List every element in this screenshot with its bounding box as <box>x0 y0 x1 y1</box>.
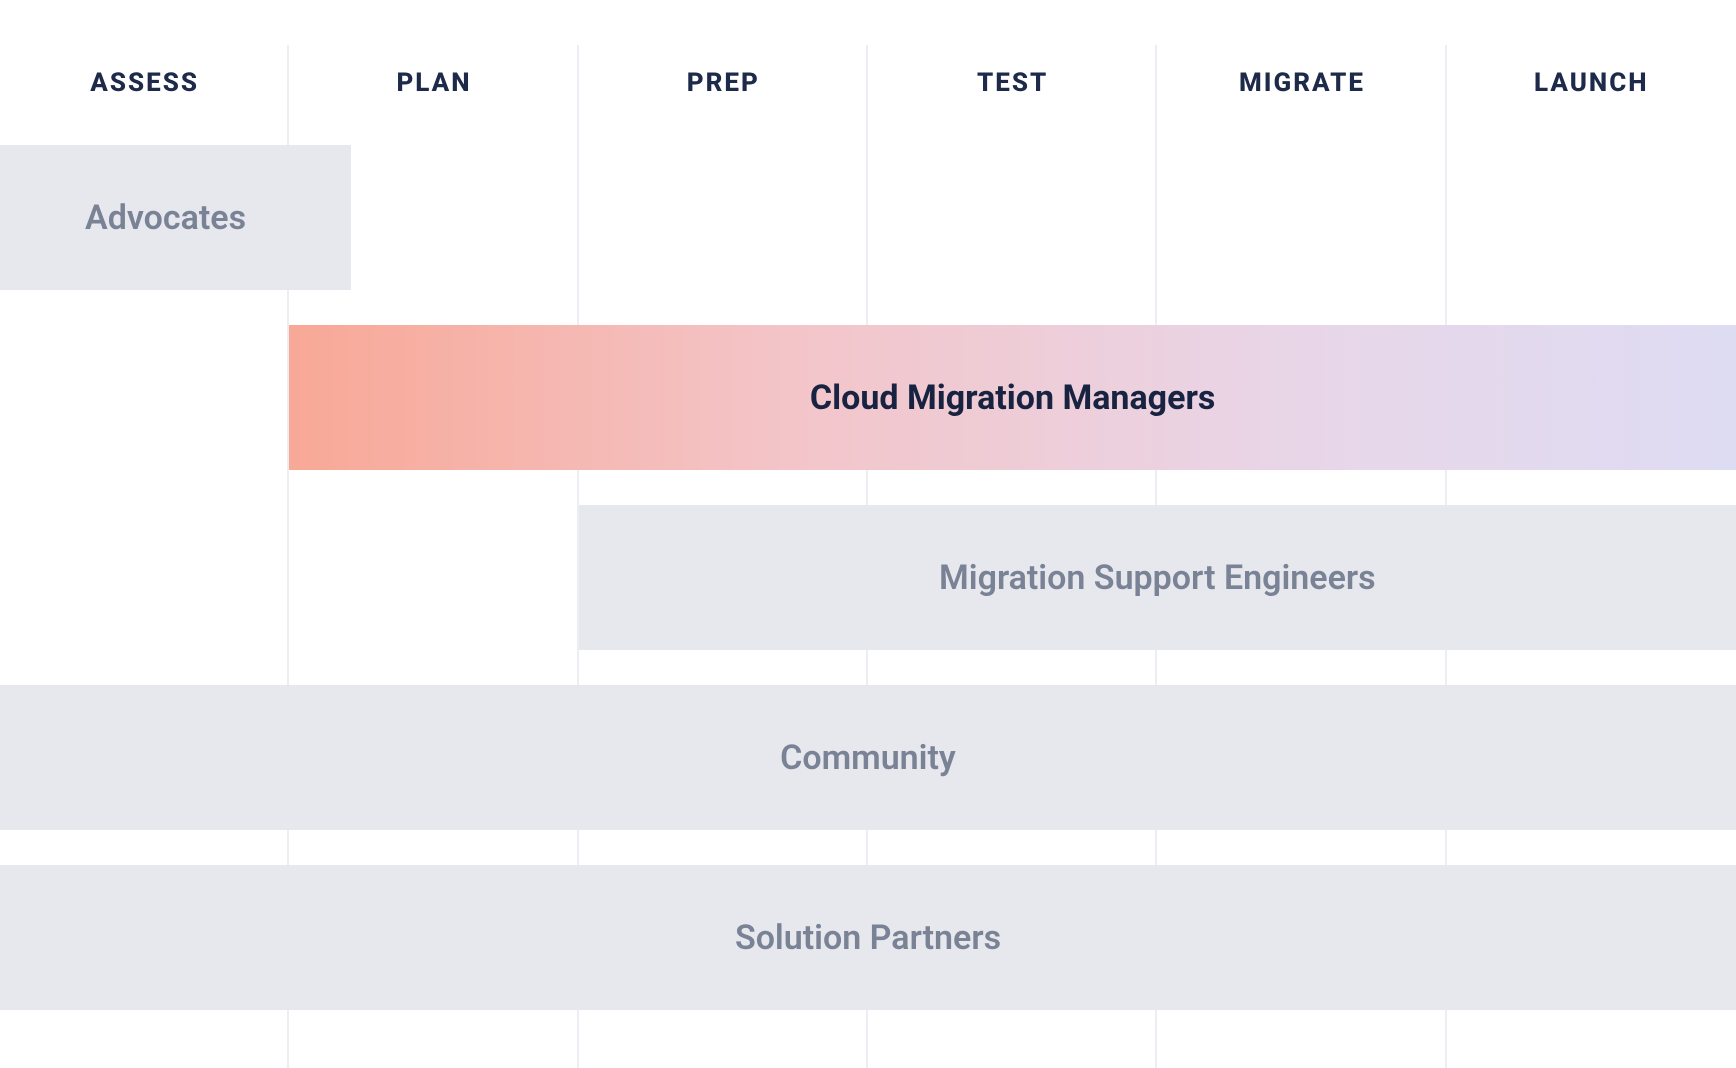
bar-row-advocates: Advocates <box>0 145 1736 290</box>
phase-header-test: TEST <box>868 45 1157 120</box>
bar-advocates: Advocates <box>0 145 351 290</box>
bar-cloud-migration-managers: Cloud Migration Managers <box>289 325 1736 470</box>
phase-header-plan: PLAN <box>289 45 578 120</box>
phase-header-row: ASSESS PLAN PREP TEST MIGRATE LAUNCH <box>0 45 1736 120</box>
bar-row-mse: Migration Support Engineers <box>0 505 1736 650</box>
bar-row-cmm: Cloud Migration Managers <box>0 325 1736 470</box>
bar-community: Community <box>0 685 1736 830</box>
phase-header-prep: PREP <box>579 45 868 120</box>
phase-header-assess: ASSESS <box>0 45 289 120</box>
bar-row-community: Community <box>0 685 1736 830</box>
bar-solution-partners: Solution Partners <box>0 865 1736 1010</box>
phase-header-launch: LAUNCH <box>1447 45 1736 120</box>
bars-container: Advocates Cloud Migration Managers Migra… <box>0 145 1736 1010</box>
bar-migration-support-engineers: Migration Support Engineers <box>579 505 1736 650</box>
phase-header-migrate: MIGRATE <box>1157 45 1446 120</box>
migration-phases-chart: ASSESS PLAN PREP TEST MIGRATE LAUNCH Adv… <box>0 0 1736 1068</box>
bar-row-partners: Solution Partners <box>0 865 1736 1010</box>
